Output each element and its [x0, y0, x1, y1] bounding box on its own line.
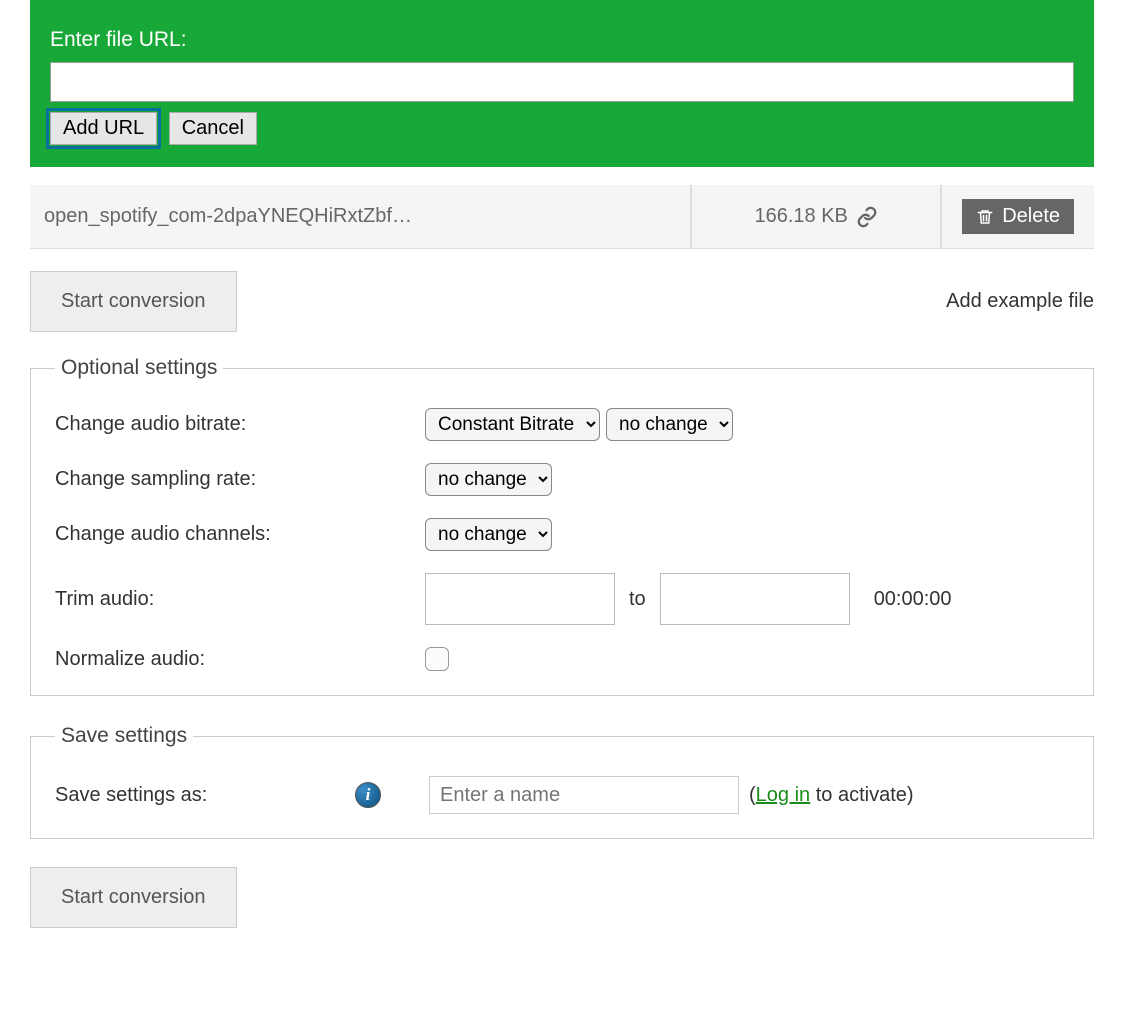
sampling-label: Change sampling rate:	[55, 468, 425, 491]
info-icon[interactable]: i	[355, 782, 381, 808]
trim-end-input[interactable]	[660, 573, 850, 625]
channels-select[interactable]: no change	[425, 518, 552, 551]
login-note: (Log in to activate)	[749, 784, 914, 807]
cancel-url-button[interactable]: Cancel	[169, 112, 257, 145]
url-input-label: Enter file URL:	[50, 28, 1074, 52]
link-icon	[856, 206, 878, 228]
bitrate-label: Change audio bitrate:	[55, 413, 425, 436]
file-size: 166.18 KB	[754, 205, 847, 228]
trim-to-label: to	[629, 588, 646, 611]
bitrate-value-select[interactable]: no change	[606, 408, 733, 441]
sampling-select[interactable]: no change	[425, 463, 552, 496]
login-link[interactable]: Log in	[756, 784, 811, 806]
settings-name-input[interactable]	[429, 776, 739, 814]
start-conversion-button-top[interactable]: Start conversion	[30, 271, 237, 332]
trim-start-input[interactable]	[425, 573, 615, 625]
start-conversion-button-bottom[interactable]: Start conversion	[30, 867, 237, 928]
trim-duration: 00:00:00	[874, 588, 952, 611]
normalize-label: Normalize audio:	[55, 648, 425, 671]
file-size-cell: 166.18 KB	[692, 185, 942, 248]
delete-label: Delete	[1002, 205, 1060, 228]
add-url-button[interactable]: Add URL	[50, 112, 157, 145]
normalize-checkbox[interactable]	[425, 647, 449, 671]
save-settings-legend: Save settings	[55, 724, 193, 748]
url-entry-panel: Enter file URL: Add URL Cancel	[30, 0, 1094, 167]
bitrate-mode-select[interactable]: Constant Bitrate	[425, 408, 600, 441]
url-input[interactable]	[50, 62, 1074, 102]
file-row: open_spotify_com-2dpaYNEQHiRxtZbf… 166.1…	[30, 185, 1094, 249]
trash-icon	[976, 207, 994, 227]
save-settings-label: Save settings as:	[55, 784, 355, 807]
trim-label: Trim audio:	[55, 588, 425, 611]
save-settings-fieldset: Save settings Save settings as: i (Log i…	[30, 724, 1094, 839]
optional-settings-fieldset: Optional settings Change audio bitrate: …	[30, 356, 1094, 696]
optional-settings-legend: Optional settings	[55, 356, 223, 380]
add-example-file-link[interactable]: Add example file	[946, 290, 1094, 313]
file-name: open_spotify_com-2dpaYNEQHiRxtZbf…	[30, 185, 692, 248]
channels-label: Change audio channels:	[55, 523, 425, 546]
delete-button[interactable]: Delete	[962, 199, 1074, 234]
